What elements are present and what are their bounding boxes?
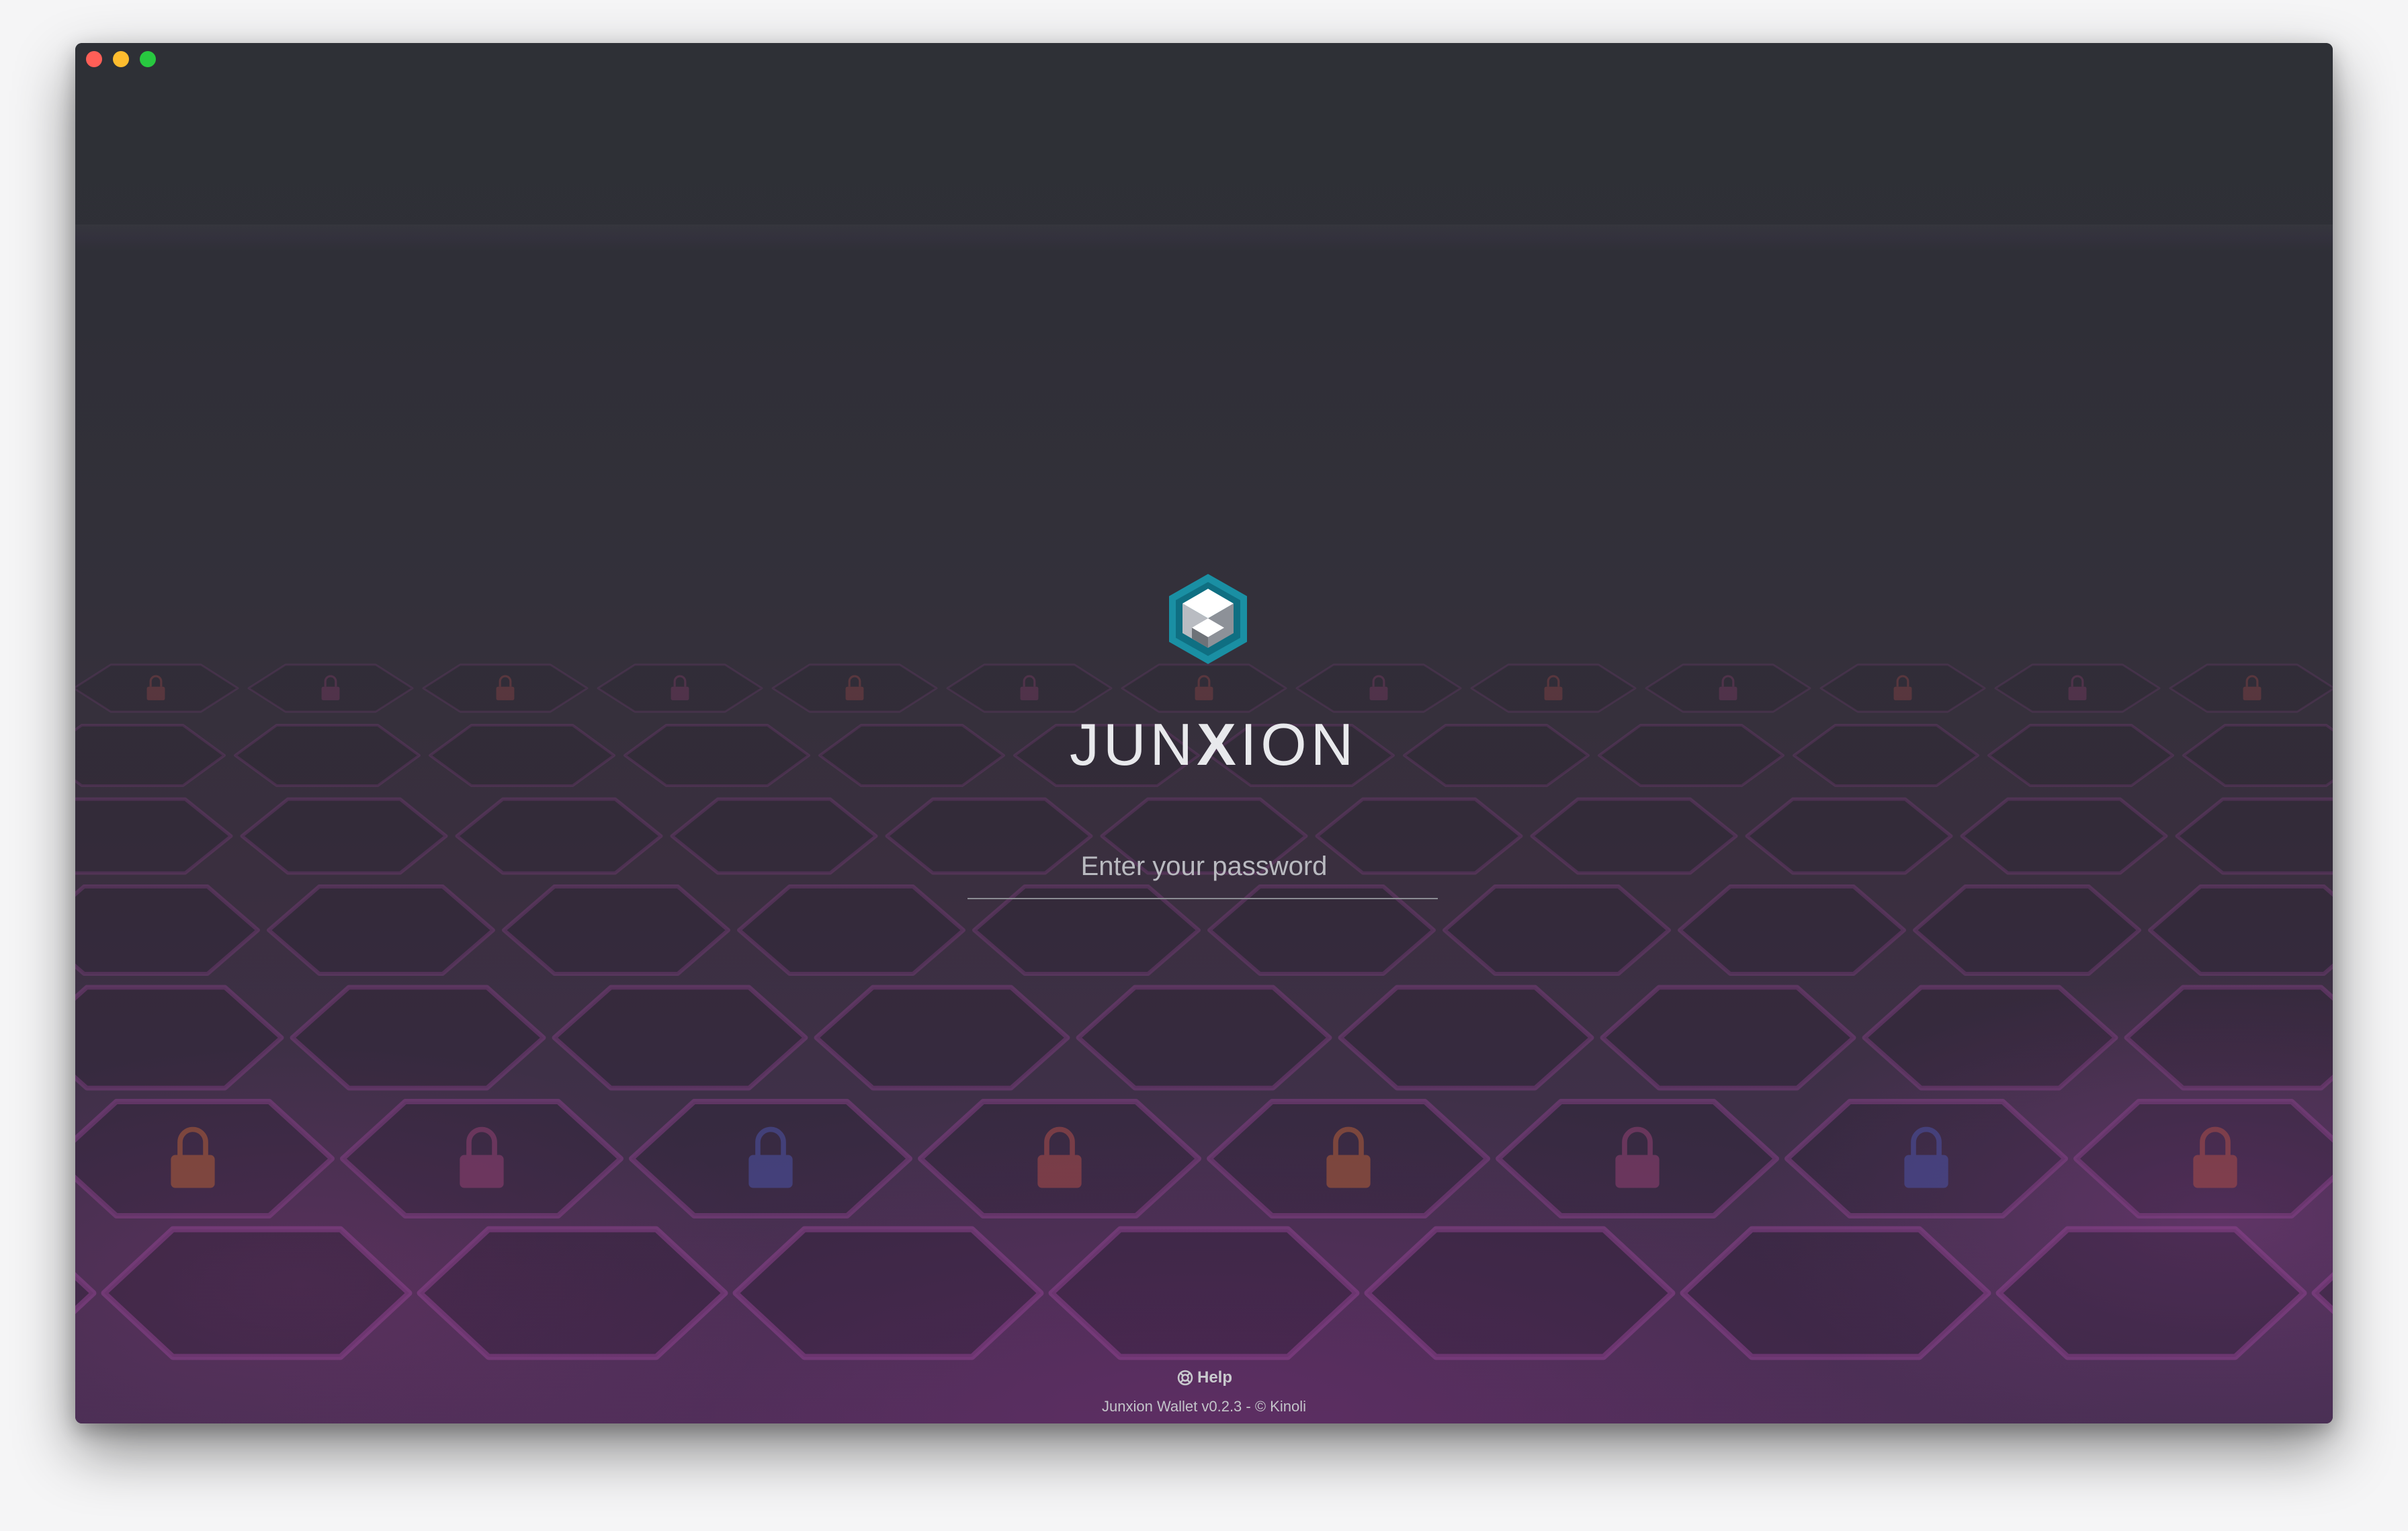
help-link[interactable]: Help <box>1177 1368 1232 1387</box>
maximize-window-button[interactable] <box>140 51 156 67</box>
brand-name-part1: JUN <box>1070 711 1197 778</box>
login-panel: JUNXION Help Junxion Wallet v0.2.3 - © K… <box>75 43 2333 1423</box>
footer-version: Junxion Wallet v0.2.3 - © Kinoli <box>1102 1398 1306 1415</box>
brand-wordmark: JUNXION <box>1070 715 1353 774</box>
brand-name-part2: ION <box>1240 711 1358 778</box>
password-input[interactable] <box>968 833 1440 899</box>
minimize-window-button[interactable] <box>113 51 129 67</box>
brand-name-x: X <box>1197 711 1240 778</box>
hexagon-cube-logo-icon <box>1169 574 1247 664</box>
window-controls <box>86 51 156 67</box>
lifebuoy-icon <box>1177 1370 1193 1386</box>
password-field-container <box>968 833 1440 899</box>
help-label: Help <box>1197 1368 1233 1387</box>
app-window: JUNXION Help Junxion Wallet v0.2.3 - © K… <box>75 43 2333 1423</box>
close-window-button[interactable] <box>86 51 102 67</box>
